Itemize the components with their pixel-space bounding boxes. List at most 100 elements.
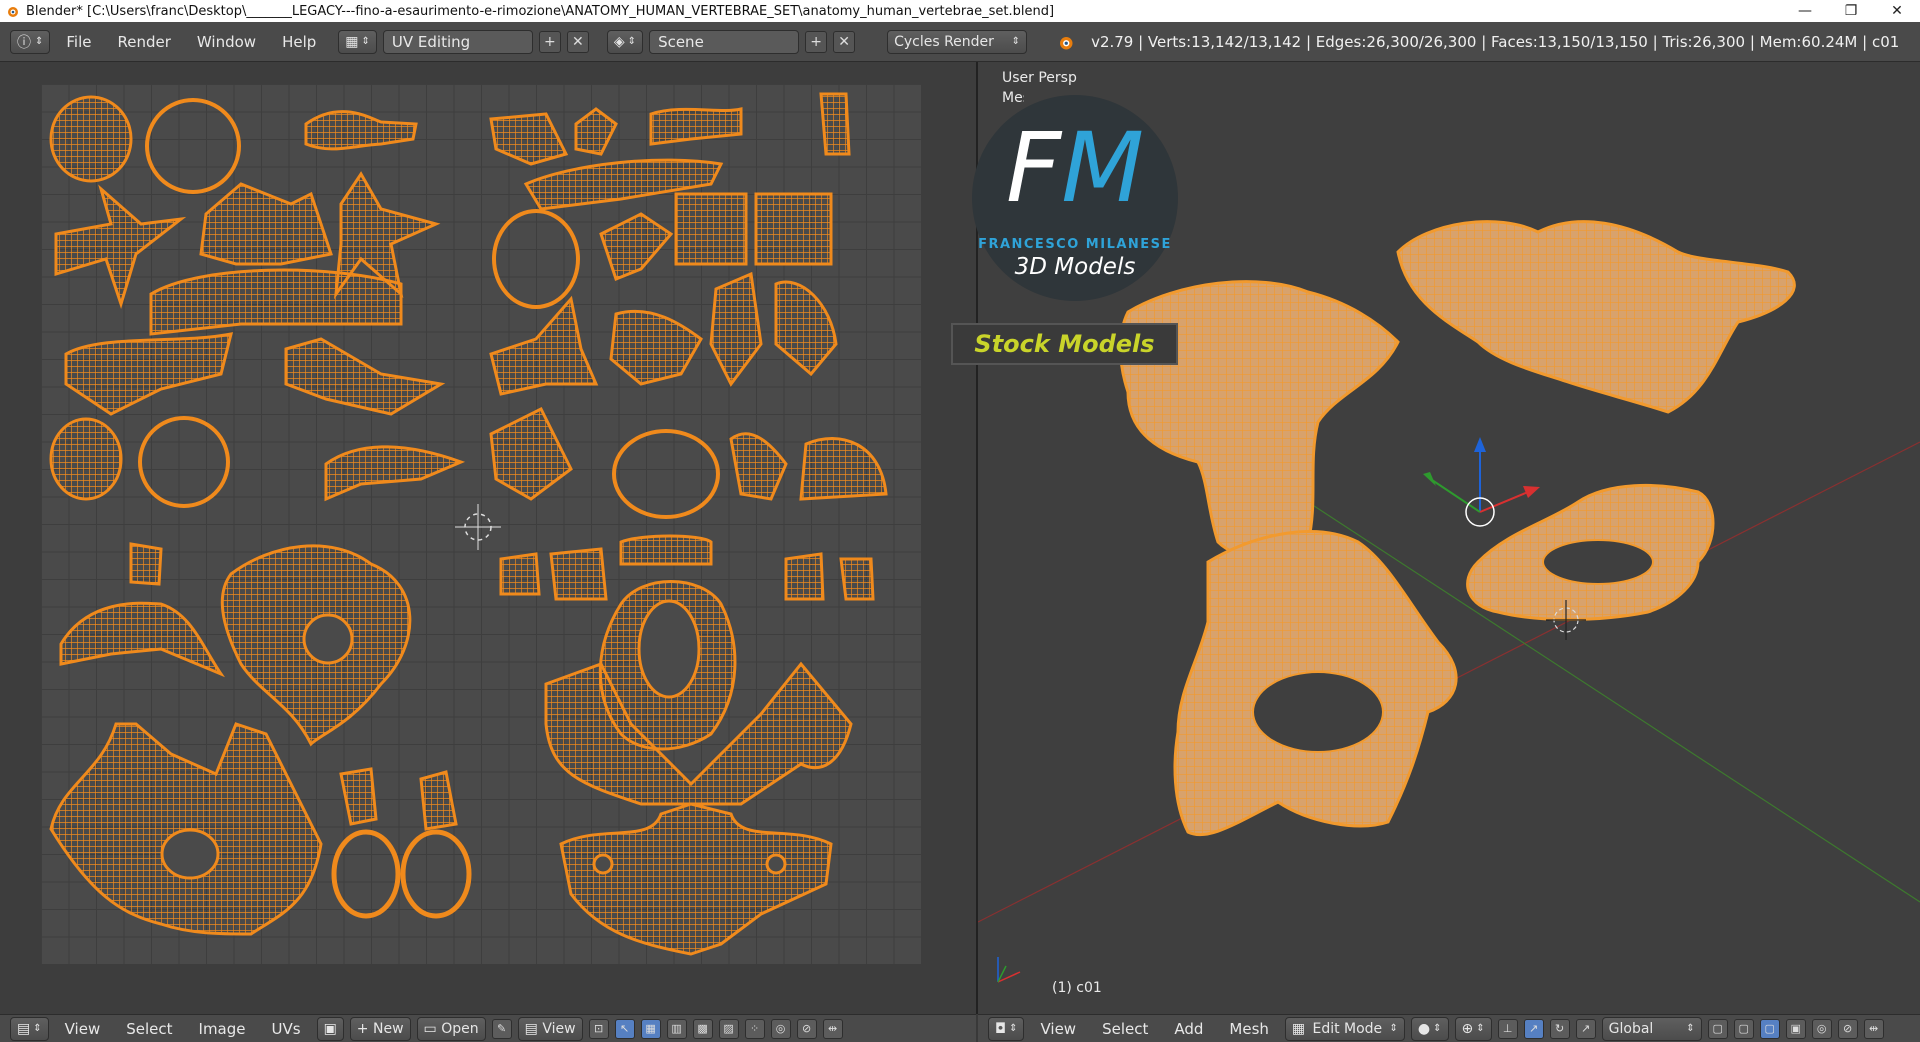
shading-dropdown[interactable]: ● ⇕ [1410, 1016, 1449, 1041]
proportional-icon[interactable]: ◎ [770, 1018, 791, 1039]
vertex-select-icon[interactable]: ▢ [1707, 1018, 1728, 1039]
new-image-button[interactable]: + New [349, 1016, 411, 1041]
mesh-partial-label: Mesh [1002, 90, 1024, 106]
axis-gizmo [997, 957, 1021, 983]
updown-icon: ⇕ [627, 36, 637, 47]
orientation-label: Global [1608, 1020, 1654, 1037]
solid-sphere-icon: ● [1417, 1020, 1431, 1037]
translate-manipulator-icon[interactable]: ↗ [1523, 1018, 1544, 1039]
stock-models-badge: Stock Models [951, 323, 1178, 365]
delete-scene-button[interactable]: ✕ [833, 30, 856, 53]
island-select-icon[interactable]: ▨ [718, 1018, 739, 1039]
snap-icon[interactable]: ⊘ [796, 1018, 817, 1039]
menu-view[interactable]: View [55, 1017, 111, 1041]
manipulator-toggle-icon[interactable]: ⊥ [1497, 1018, 1518, 1039]
editor-type-button[interactable]: ◘ ⇕ [988, 1016, 1025, 1041]
vertex-select-icon[interactable]: ▦ [640, 1018, 661, 1039]
view-name-label: User Persp [1002, 70, 1077, 86]
editor-type-info-button[interactable]: ⓘ ⇕ [10, 29, 51, 54]
updown-icon: ⇕ [1009, 1023, 1018, 1034]
uv-2d-cursor[interactable] [455, 504, 501, 550]
view-mode-icon: ▤ [524, 1020, 538, 1037]
plus-icon: + [356, 1020, 369, 1037]
sticky-select-icon[interactable]: ⁘ [744, 1018, 765, 1039]
watermark-fm-logo: FM [975, 118, 1175, 218]
edge-select-icon[interactable]: ▢ [1733, 1018, 1754, 1039]
mode-label: Edit Mode [1312, 1020, 1383, 1037]
add-scene-button[interactable]: + [805, 30, 828, 53]
screen-layout-type-button[interactable]: ▦ ⇕ [338, 29, 377, 54]
pivot-icon: ⊕ [1461, 1020, 1474, 1037]
watermark-subtitle: 3D Models [1014, 254, 1136, 280]
updown-icon: ⇕ [1011, 36, 1021, 47]
snap-element-icon[interactable]: ⇹ [1863, 1018, 1884, 1039]
window-titlebar: Blender* [C:\Users\franc\Desktop\_______… [0, 0, 1920, 22]
edit-mode-icon: ▦ [1291, 1020, 1306, 1037]
open-label: Open [441, 1020, 479, 1037]
proportional-edit-icon[interactable]: ◎ [1811, 1018, 1832, 1039]
folder-icon: ▭ [423, 1020, 437, 1037]
restore-button[interactable]: ❐ [1828, 0, 1874, 22]
scale-manipulator-icon[interactable]: ↗ [1575, 1018, 1596, 1039]
menu-view[interactable]: View [1030, 1017, 1086, 1041]
image-icon: ▣ [323, 1020, 337, 1037]
window-title: Blender* [C:\Users\franc\Desktop\_______… [26, 3, 1055, 19]
blender-logo-icon [8, 7, 18, 17]
sync-selection-icon[interactable]: ↖ [614, 1018, 635, 1039]
open-image-button[interactable]: ▭ Open [416, 1016, 486, 1041]
plus-icon: + [544, 33, 556, 50]
uv-grid-canvas[interactable] [41, 84, 921, 964]
object-name-label: (1) c01 [1052, 980, 1102, 996]
close-button[interactable]: ✕ [1874, 0, 1920, 22]
render-engine-dropdown[interactable]: Cycles Render ⇕ [887, 29, 1028, 54]
info-header: ⓘ ⇕ File Render Window Help ▦ ⇕ UV Editing… [0, 22, 1920, 62]
menu-mesh[interactable]: Mesh [1219, 1017, 1279, 1041]
updown-icon: ⇕ [33, 1023, 42, 1034]
3d-view-icon: ◘ [995, 1020, 1007, 1037]
delete-screen-button[interactable]: ✕ [566, 30, 589, 53]
pin-icon[interactable]: ✎ [491, 1018, 512, 1039]
face-select-icon[interactable]: ▢ [1759, 1018, 1780, 1039]
pivot-dropdown[interactable]: ⊕ ⇕ [1454, 1016, 1492, 1041]
view-mode-dropdown[interactable]: ▤ View [517, 1016, 583, 1041]
face-select-icon[interactable]: ▩ [692, 1018, 713, 1039]
menu-select[interactable]: Select [116, 1017, 182, 1041]
menu-select[interactable]: Select [1092, 1017, 1158, 1041]
view-mode-label: View [542, 1020, 576, 1037]
screen-layout-field[interactable]: UV Editing [382, 29, 533, 54]
menu-file[interactable]: File [56, 30, 101, 54]
scene-field[interactable]: Scene [649, 29, 800, 54]
info-icon: ⓘ [17, 34, 31, 51]
x-icon: ✕ [572, 33, 584, 50]
uv-image-editor[interactable] [0, 62, 976, 1014]
menu-image[interactable]: Image [189, 1017, 256, 1041]
menu-window[interactable]: Window [187, 30, 266, 54]
scene-type-button[interactable]: ◈ ⇕ [606, 29, 644, 54]
transform-manipulator[interactable] [1423, 437, 1540, 527]
image-browse-button[interactable]: ▣ [316, 1016, 344, 1041]
uv-islands [49, 92, 888, 956]
editor-type-button[interactable]: ▤ ⇕ [10, 1016, 49, 1041]
edge-select-icon[interactable]: ▥ [666, 1018, 687, 1039]
updown-icon: ⇕ [1389, 1023, 1398, 1034]
orientation-dropdown[interactable]: Global ⇕ [1601, 1016, 1702, 1041]
render-engine-label: Cycles Render [894, 33, 994, 50]
menu-render[interactable]: Render [108, 30, 181, 54]
scene-icon: ◈ [613, 33, 625, 50]
updown-icon: ⇕ [1476, 1023, 1485, 1034]
mode-dropdown[interactable]: ▦ Edit Mode ⇕ [1284, 1016, 1405, 1041]
plus-icon: + [810, 33, 822, 50]
snap-element-icon[interactable]: ⇹ [822, 1018, 843, 1039]
logo-letter-m: M [1061, 112, 1145, 224]
pivot-icon[interactable]: ⊡ [588, 1018, 609, 1039]
menu-help[interactable]: Help [272, 30, 326, 54]
add-screen-button[interactable]: + [538, 30, 561, 53]
menu-uvs[interactable]: UVs [262, 1017, 311, 1041]
menu-add[interactable]: Add [1164, 1017, 1213, 1041]
image-editor-icon: ▤ [17, 1020, 31, 1037]
rotate-manipulator-icon[interactable]: ↻ [1549, 1018, 1570, 1039]
snap-icon[interactable]: ⊘ [1837, 1018, 1858, 1039]
uv-island-group [49, 92, 888, 956]
occlude-geometry-icon[interactable]: ▣ [1785, 1018, 1806, 1039]
minimize-button[interactable]: — [1782, 0, 1828, 22]
